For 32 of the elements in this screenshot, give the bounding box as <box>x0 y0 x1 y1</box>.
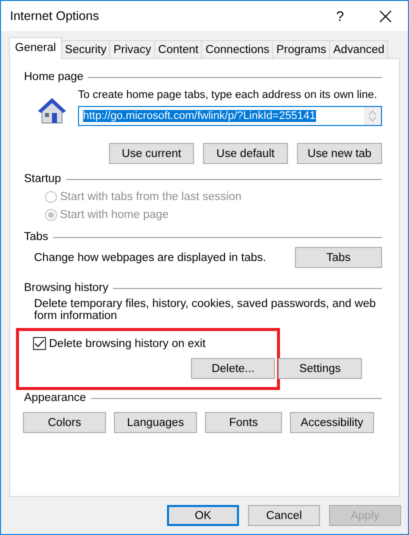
action-button[interactable]: Use new tab <box>297 143 382 164</box>
appearance-button[interactable]: Fonts <box>205 412 282 433</box>
tab[interactable]: Advanced <box>329 40 388 59</box>
section-heading: Browsing history <box>24 282 108 294</box>
tab[interactable]: General <box>9 37 62 59</box>
checkbox-label: Delete browsing history on exit <box>49 338 206 350</box>
appearance-button[interactable]: Colors <box>23 412 106 433</box>
appearance-button[interactable]: Accessibility <box>290 412 374 433</box>
help-button[interactable]: ? <box>318 8 362 24</box>
action-button[interactable]: Use default <box>203 143 288 164</box>
scrollbar[interactable] <box>364 107 381 125</box>
settings-button[interactable]: Settings <box>278 358 362 379</box>
option-label: Start with home page <box>60 209 169 221</box>
section-heading: Startup <box>24 173 62 185</box>
appearance-button[interactable]: Languages <box>114 412 197 433</box>
delete-button[interactable]: Delete... <box>191 358 275 379</box>
option-label: Start with tabs from the last session <box>60 191 242 203</box>
checkbox[interactable] <box>33 337 46 350</box>
section-heading: Tabs <box>24 231 48 243</box>
tabs-button[interactable]: Tabs <box>295 247 382 268</box>
action-button[interactable]: Use current <box>109 143 194 164</box>
dialog-button[interactable]: OK <box>167 505 239 526</box>
description-text: Change how webpages are displayed in tabs. <box>34 252 266 264</box>
section-heading: Home page <box>24 71 84 83</box>
description-text: Delete temporary files, history, cookies, saved passwords, and web form information <box>34 298 376 322</box>
url-field[interactable]: http://go.microsoft.com/fwlink/p/?LinkId=255141 <box>78 106 382 126</box>
window-title: Internet Options <box>10 9 100 23</box>
section-heading: Appearance <box>24 392 86 404</box>
close-icon[interactable] <box>378 10 392 22</box>
dialog-button[interactable]: Cancel <box>248 505 320 526</box>
url-text: http://go.microsoft.com/fwlink/p/?LinkId=255141 <box>83 110 316 122</box>
description-text: To create home page tabs, type each address on its own line. <box>78 89 378 101</box>
